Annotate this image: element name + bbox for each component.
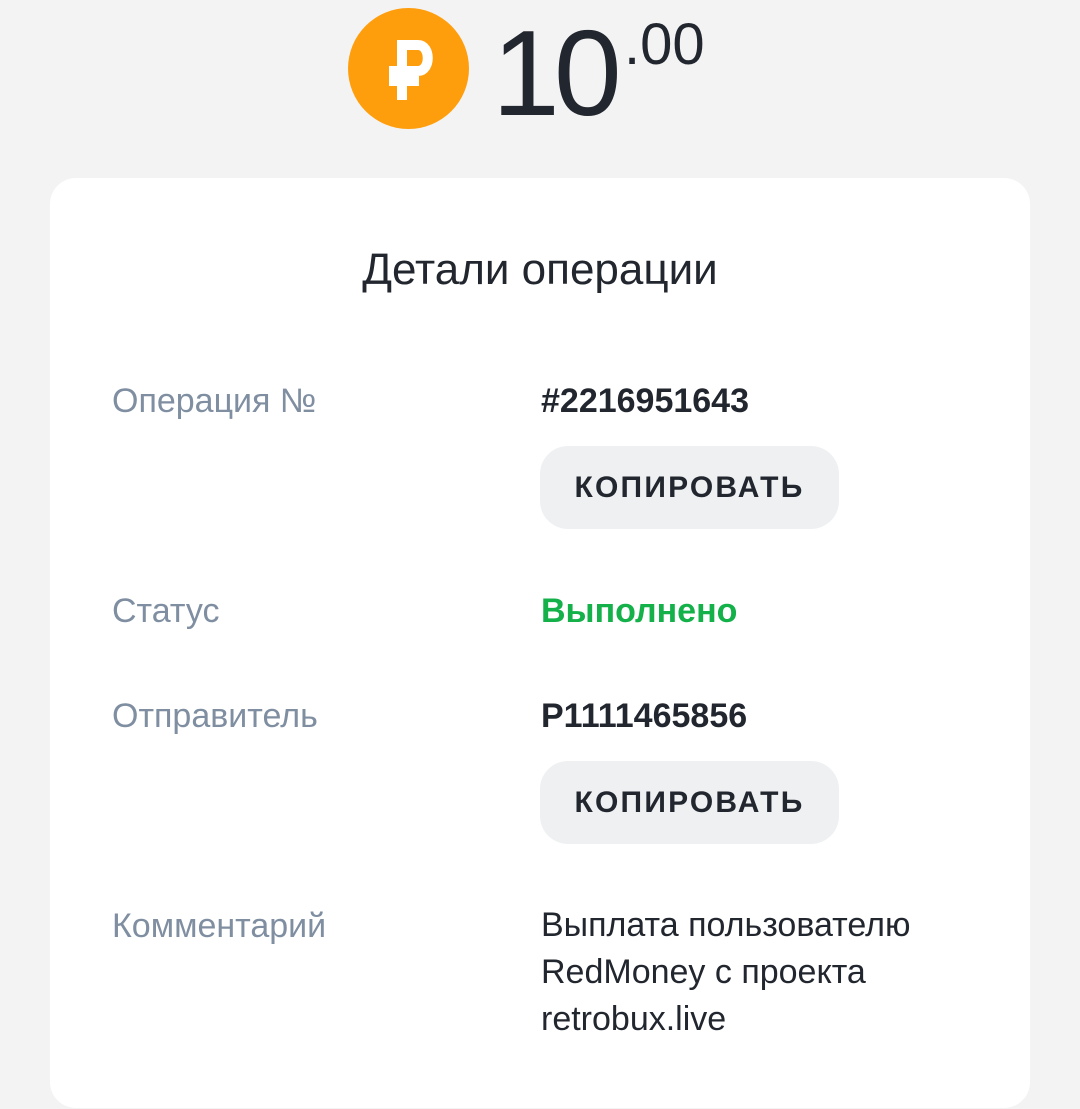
operation-number-label: Операция № (112, 382, 317, 420)
copy-sender-button[interactable]: КОПИРОВАТЬ (540, 761, 839, 844)
sender-value: P1111465856 (541, 697, 748, 735)
copy-operation-number-button[interactable]: КОПИРОВАТЬ (540, 446, 839, 529)
comment-value: Выплата пользователю RedMoney с проекта … (541, 906, 911, 1038)
card-title: Детали операции (362, 245, 718, 294)
comment-label: Комментарий (112, 907, 327, 945)
ruble-coin-icon (348, 8, 469, 129)
amount-header: 10 .00 (0, 0, 1080, 150)
operation-number-value: #2216951643 (541, 382, 750, 420)
sender-label: Отправитель (112, 697, 318, 735)
amount-integer: 10 (492, 5, 622, 141)
status-label: Статус (112, 592, 220, 630)
status-value: Выполнено (541, 592, 738, 630)
amount-fraction: .00 (624, 12, 705, 77)
